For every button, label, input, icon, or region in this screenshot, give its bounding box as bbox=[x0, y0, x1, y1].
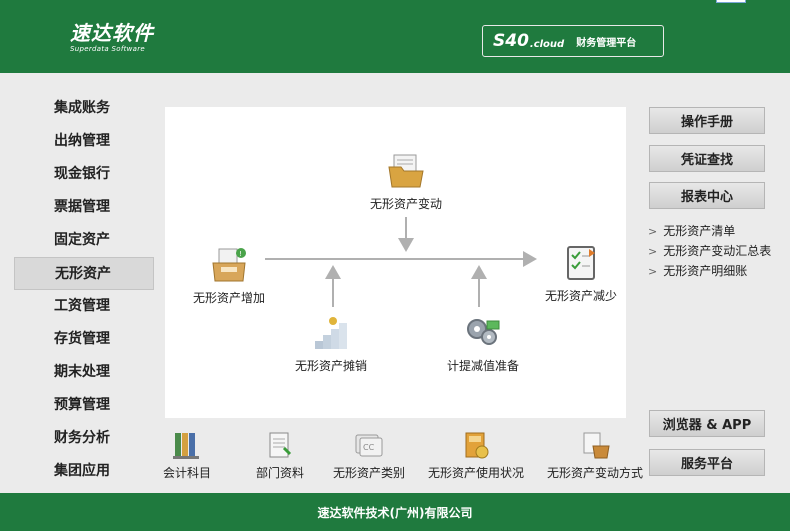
report-link-list[interactable]: > 无形资产清单 bbox=[648, 221, 771, 241]
chevron-right-icon: > bbox=[648, 265, 658, 278]
sidebar-item-budget[interactable]: 预算管理 bbox=[14, 389, 154, 422]
sidebar: 集成账务 出纳管理 现金银行 票据管理 固定资产 无形资产 工资管理 存货管理 … bbox=[14, 92, 154, 488]
report-link-ledger-label: 无形资产明细账 bbox=[663, 264, 748, 278]
sidebar-item-payroll[interactable]: 工资管理 bbox=[14, 290, 154, 323]
folder-documents-icon bbox=[388, 154, 424, 188]
cards-icon: CC bbox=[355, 434, 383, 457]
node-change[interactable]: 无形资产变动 bbox=[370, 151, 442, 212]
checklist-icon bbox=[567, 246, 595, 280]
chevron-right-icon: > bbox=[648, 225, 658, 238]
flow-panel: 无形资产变动 ! 无形资产增加 无形资产减少 无形资产摊销 计提减值准备 bbox=[165, 107, 626, 418]
sidebar-item-intangible-assets[interactable]: 无形资产 bbox=[14, 257, 154, 290]
shortcut-accounts-label: 会计科目 bbox=[163, 466, 212, 480]
report-links: > 无形资产清单 > 无形资产变动汇总表 > 无形资产明细账 bbox=[648, 221, 771, 281]
gears-money-icon bbox=[467, 319, 500, 345]
manual-button[interactable]: 操作手册 bbox=[649, 107, 765, 134]
report-center-button[interactable]: 报表中心 bbox=[649, 182, 765, 209]
node-amortize-label: 无形资产摊销 bbox=[295, 359, 368, 373]
shortcut-asset-categories-label: 无形资产类别 bbox=[333, 466, 406, 480]
sidebar-item-period-end[interactable]: 期末处理 bbox=[14, 356, 154, 389]
node-decrease-label: 无形资产减少 bbox=[545, 289, 618, 303]
shortcut-departments[interactable]: 部门资料 bbox=[256, 430, 304, 481]
footer-bar: 速达软件技术(广州)有限公司 bbox=[0, 493, 790, 531]
shortcut-accounts[interactable]: 会计科目 bbox=[163, 430, 211, 481]
chevron-right-icon: > bbox=[648, 245, 658, 258]
node-change-label: 无形资产变动 bbox=[370, 197, 443, 211]
node-amortize[interactable]: 无形资产摊销 bbox=[295, 313, 367, 374]
logo-main-text: 速达软件 bbox=[70, 21, 154, 45]
shortcut-usage-status-label: 无形资产使用状况 bbox=[428, 466, 525, 480]
shortcut-asset-categories[interactable]: CC 无形资产类别 bbox=[333, 430, 405, 481]
sidebar-item-financial-analysis[interactable]: 财务分析 bbox=[14, 422, 154, 455]
logo-sub-text: Superdata Software bbox=[70, 45, 146, 53]
node-impairment[interactable]: 计提减值准备 bbox=[447, 313, 519, 374]
node-decrease[interactable]: 无形资产减少 bbox=[545, 243, 617, 304]
shortcut-change-methods[interactable]: 无形资产变动方式 bbox=[547, 430, 643, 481]
bottom-shortcuts: 会计科目 部门资料 CC 无形资产类别 无形资产使用状况 无形资产变动方式 bbox=[160, 430, 643, 485]
binders-icon bbox=[173, 433, 199, 459]
node-increase[interactable]: ! 无形资产增加 bbox=[193, 245, 265, 306]
report-link-ledger[interactable]: > 无形资产明细账 bbox=[648, 261, 771, 281]
shortcut-usage-status[interactable]: 无形资产使用状况 bbox=[428, 430, 524, 481]
product-suffix: .cloud bbox=[529, 38, 565, 50]
sidebar-item-bills[interactable]: 票据管理 bbox=[14, 191, 154, 224]
product-name: S40 bbox=[493, 31, 529, 51]
sidebar-item-inventory[interactable]: 存货管理 bbox=[14, 323, 154, 356]
window-corner-decoration bbox=[716, 0, 746, 3]
shortcut-departments-label: 部门资料 bbox=[256, 466, 305, 480]
books-coin-icon bbox=[465, 432, 489, 459]
sidebar-item-fixed-assets[interactable]: 固定资产 bbox=[14, 224, 154, 257]
box-documents-icon bbox=[583, 432, 610, 459]
report-link-change-summary[interactable]: > 无形资产变动汇总表 bbox=[648, 241, 771, 261]
node-impairment-label: 计提减值准备 bbox=[447, 359, 520, 373]
header-bar: 速达软件 Superdata Software S40 .cloud 财务管理平… bbox=[0, 0, 790, 73]
sidebar-item-cashier[interactable]: 出纳管理 bbox=[14, 125, 154, 158]
documents-icon bbox=[269, 432, 292, 458]
report-link-change-summary-label: 无形资产变动汇总表 bbox=[663, 244, 772, 258]
sidebar-item-cash-bank[interactable]: 现金银行 bbox=[14, 158, 154, 191]
sidebar-item-integrated-accounts[interactable]: 集成账务 bbox=[14, 92, 154, 125]
product-badge: S40 .cloud 财务管理平台 bbox=[482, 25, 664, 57]
report-link-list-label: 无形资产清单 bbox=[663, 224, 736, 238]
node-increase-label: 无形资产增加 bbox=[193, 291, 266, 305]
browser-app-button[interactable]: 浏览器 & APP bbox=[649, 410, 765, 437]
footer-company: 速达软件技术(广州)有限公司 bbox=[317, 505, 473, 520]
shortcut-change-methods-label: 无形资产变动方式 bbox=[547, 466, 644, 480]
svg-text:!: ! bbox=[239, 250, 242, 258]
inbox-add-icon: ! bbox=[212, 248, 246, 282]
stairs-coins-icon bbox=[315, 317, 347, 349]
svg-text:CC: CC bbox=[363, 443, 375, 452]
brand-logo: 速达软件 Superdata Software bbox=[70, 22, 154, 53]
sidebar-item-group-apps[interactable]: 集团应用 bbox=[14, 455, 154, 488]
voucher-search-button[interactable]: 凭证查找 bbox=[649, 145, 765, 172]
product-subtitle: 财务管理平台 bbox=[576, 37, 637, 49]
service-platform-button[interactable]: 服务平台 bbox=[649, 449, 765, 476]
